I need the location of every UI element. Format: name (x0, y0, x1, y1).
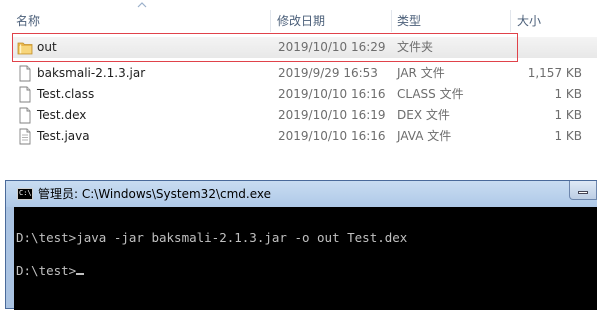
file-modified-date: 2019/10/10 16:16 (278, 87, 386, 101)
column-header-bar: 名称 修改日期 类型 大小 (0, 8, 597, 34)
file-modified-date: 2019/9/29 16:53 (278, 66, 378, 80)
file-size: 1 KB (554, 108, 582, 122)
file-row-baksmali-jar[interactable]: baksmali-2.1.3.jar 2019/9/29 16:53 JAR 文… (12, 63, 597, 84)
column-divider[interactable] (391, 10, 392, 32)
minimize-icon (578, 191, 588, 194)
text-file-icon (19, 128, 31, 145)
console-icon[interactable]: C:\ (17, 188, 33, 200)
cmd-window[interactable]: C:\ 管理员: C:\Windows\System32\cmd.exe D:\… (5, 180, 597, 310)
file-modified-date: 2019/10/10 16:29 (278, 40, 386, 54)
file-type: JAR 文件 (397, 66, 445, 80)
file-name: Test.dex (37, 108, 87, 122)
console-prompt: D:\test> (16, 263, 77, 278)
minimize-button[interactable] (569, 181, 597, 200)
console-icon-text: C:\ (19, 189, 32, 197)
file-size: 1 KB (554, 129, 582, 143)
console-prompt-line: D:\test> (16, 263, 85, 279)
file-size: 1 KB (554, 87, 582, 101)
file-name: Test.java (37, 129, 90, 143)
file-type: CLASS 文件 (397, 87, 464, 101)
file-icon (19, 65, 31, 82)
file-type: 文件夹 (397, 40, 434, 54)
file-type: DEX 文件 (397, 108, 450, 122)
file-modified-date: 2019/10/10 16:19 (278, 108, 386, 122)
console-output[interactable]: D:\test>java -jar baksmali-2.1.3.jar -o … (14, 207, 597, 310)
cmd-titlebar[interactable]: C:\ 管理员: C:\Windows\System32\cmd.exe (6, 181, 597, 207)
file-name: baksmali-2.1.3.jar (37, 66, 146, 80)
column-header-date[interactable]: 修改日期 (273, 8, 389, 34)
file-explorer-pane: 名称 修改日期 类型 大小 out 2019/10/10 16:29 文件夹 b… (0, 0, 597, 178)
file-name: Test.class (37, 87, 95, 101)
file-row-test-dex[interactable]: Test.dex 2019/10/10 16:19 DEX 文件 1 KB (12, 105, 597, 126)
file-row-test-class[interactable]: Test.class 2019/10/10 16:16 CLASS 文件 1 K… (12, 84, 597, 105)
column-header-size[interactable]: 大小 (513, 8, 583, 34)
file-row-test-java[interactable]: Test.java 2019/10/10 16:16 JAVA 文件 1 KB (12, 126, 597, 147)
column-header-type[interactable]: 类型 (393, 8, 511, 34)
file-row-out[interactable]: out 2019/10/10 16:29 文件夹 (12, 37, 597, 58)
column-divider[interactable] (510, 10, 511, 32)
console-line: D:\test>java -jar baksmali-2.1.3.jar -o … (16, 230, 408, 245)
column-header-name[interactable]: 名称 (12, 8, 270, 34)
cmd-window-title: 管理员: C:\Windows\System32\cmd.exe (38, 187, 271, 201)
text-cursor (76, 273, 85, 275)
column-divider[interactable] (270, 10, 271, 32)
file-icon (19, 86, 31, 103)
file-name: out (37, 40, 57, 54)
file-icon (19, 107, 31, 124)
file-modified-date: 2019/10/10 16:16 (278, 129, 386, 143)
file-type: JAVA 文件 (397, 129, 452, 143)
file-size: 1,157 KB (527, 66, 582, 80)
folder-icon (17, 42, 33, 55)
